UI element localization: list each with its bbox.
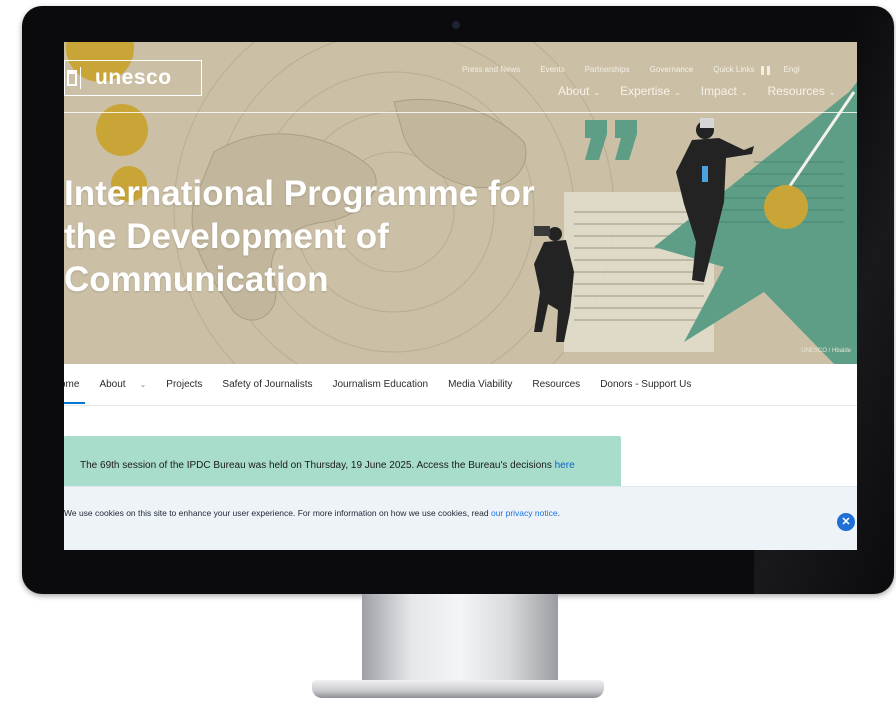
- privacy-notice-link[interactable]: our privacy notice: [491, 508, 558, 518]
- cookie-text-end: .: [557, 508, 560, 518]
- main-nav-about-label: About: [558, 84, 590, 98]
- monitor-stand-base: [312, 680, 604, 698]
- tab-media-viability[interactable]: Media Viability: [448, 379, 512, 390]
- main-nav-expertise[interactable]: Expertise ⌄: [620, 84, 681, 98]
- announcement-link[interactable]: here: [555, 460, 575, 471]
- tab-about-label: About: [99, 379, 126, 390]
- utility-link-quick-links[interactable]: Quick Links: [713, 65, 754, 74]
- chevron-down-icon: ⌄: [828, 88, 836, 97]
- hero-banner: unesco Press and News Events Partnership…: [64, 42, 857, 364]
- unesco-logo[interactable]: unesco: [64, 60, 202, 96]
- cookie-text: We use cookies on this site to enhance y…: [64, 508, 491, 518]
- chevron-down-icon: ⌄: [593, 88, 601, 97]
- main-nav-about[interactable]: About ⌄: [558, 84, 600, 98]
- tab-resources[interactable]: Resources: [532, 379, 580, 390]
- tab-home[interactable]: ome: [64, 379, 87, 404]
- monitor-stand-neck: [362, 594, 558, 686]
- camera-icon: [452, 21, 460, 29]
- utility-link-press[interactable]: Press and News: [462, 65, 520, 74]
- image-credit: UNESCO / Hbalde: [801, 348, 851, 354]
- language-selector[interactable]: Engl: [784, 65, 800, 74]
- chevron-down-icon: ⌄: [139, 380, 147, 389]
- tab-safety-of-journalists[interactable]: Safety of Journalists: [222, 379, 312, 390]
- main-nav-expertise-label: Expertise: [620, 84, 671, 98]
- utility-link-events[interactable]: Events: [540, 65, 564, 74]
- quick-links-grid-icon[interactable]: [760, 66, 770, 75]
- main-nav-impact[interactable]: Impact ⌄: [701, 84, 748, 98]
- desktop-monitor-mockup: unesco Press and News Events Partnership…: [0, 0, 896, 704]
- utility-link-partnerships[interactable]: Partnerships: [585, 65, 630, 74]
- tab-projects[interactable]: Projects: [166, 379, 202, 390]
- chevron-down-icon: ⌄: [674, 88, 681, 97]
- section-nav: ome About ⌄ Projects Safety of Journalist…: [64, 364, 857, 406]
- utility-nav: Press and News Events Partnerships Gover…: [462, 65, 820, 75]
- cookie-banner: We use cookies on this site to enhance y…: [64, 486, 857, 550]
- tab-journalism-education[interactable]: Journalism Education: [332, 379, 428, 390]
- chevron-down-icon: ⌄: [740, 88, 748, 97]
- main-nav-resources-label: Resources: [767, 84, 825, 98]
- close-icon[interactable]: ✕: [837, 513, 855, 531]
- page-title-line: the Development of: [64, 217, 389, 256]
- logo-text: unesco: [95, 66, 172, 89]
- main-nav-resources[interactable]: Resources ⌄: [768, 84, 836, 98]
- page-title-line: Communication: [64, 260, 329, 299]
- browser-screen: unesco Press and News Events Partnership…: [64, 42, 857, 550]
- page-title: International Programme for the Developm…: [64, 172, 624, 301]
- main-nav: About ⌄ Expertise ⌄ Impact ⌄ Resources ⌄: [558, 84, 856, 98]
- cookie-message: We use cookies on this site to enhance y…: [64, 506, 584, 520]
- page-title-line: International Programme for: [64, 174, 535, 213]
- tab-donors-support-us[interactable]: Donors - Support Us: [600, 379, 691, 390]
- tab-about[interactable]: About ⌄: [99, 379, 146, 390]
- temple-icon: [65, 67, 81, 89]
- main-nav-impact-label: Impact: [700, 84, 737, 98]
- utility-link-governance[interactable]: Governance: [650, 65, 694, 74]
- header-divider: [64, 112, 857, 113]
- announcement-text: The 69th session of the IPDC Bureau was …: [80, 460, 555, 471]
